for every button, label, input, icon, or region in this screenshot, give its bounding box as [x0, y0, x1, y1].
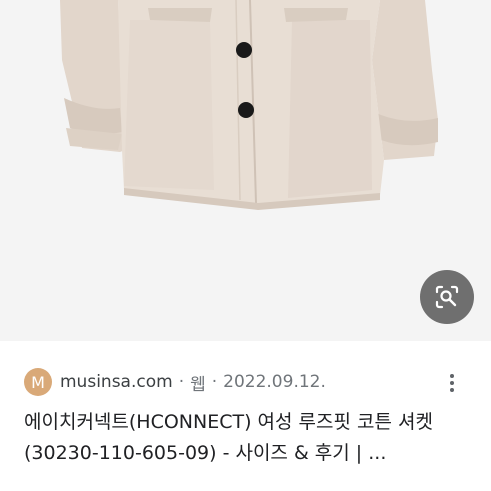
jacket-product-image: [60, 0, 438, 210]
result-title[interactable]: 에이치커넥트(HCONNECT) 여성 루즈핏 코튼 셔켓(30230-110-…: [24, 407, 474, 469]
result-source-row: M musinsa.com · 웹 · 2022.09.12.: [24, 367, 479, 397]
meta-separator: ·: [178, 372, 185, 392]
more-vert-icon: [450, 374, 454, 378]
result-date: 2022.09.12.: [223, 372, 326, 392]
product-image[interactable]: [0, 0, 491, 341]
more-options-button[interactable]: [439, 369, 465, 397]
site-name[interactable]: musinsa.com: [60, 372, 173, 392]
meta-separator-2: ·: [211, 372, 218, 392]
search-result-card[interactable]: M musinsa.com · 웹 · 2022.09.12. 에이치커넥트(H…: [0, 341, 491, 491]
visual-search-button[interactable]: [420, 270, 474, 324]
result-type: 웹: [190, 374, 206, 395]
site-favicon: M: [24, 368, 52, 396]
lens-search-icon: [435, 285, 459, 309]
